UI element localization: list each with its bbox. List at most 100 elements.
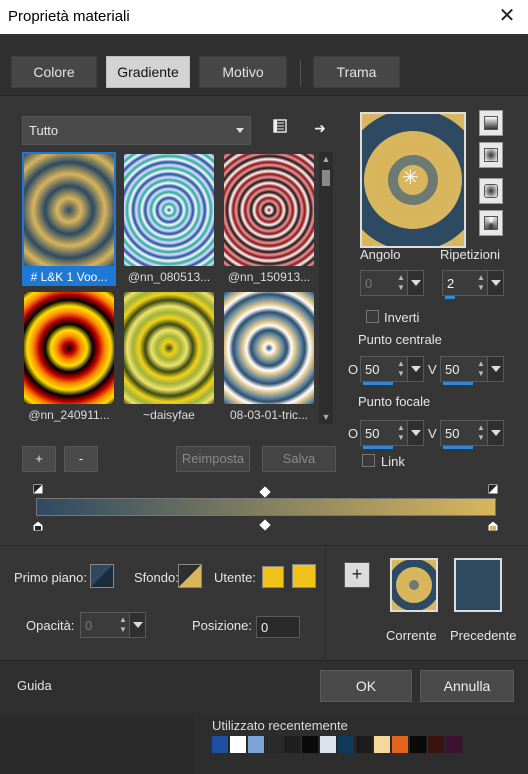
spinner-arrows-icon[interactable]: ▲ ▼ — [475, 359, 487, 379]
recent-color-swatch[interactable] — [230, 736, 247, 753]
recent-color-swatch[interactable] — [302, 736, 319, 753]
link-label: Link — [381, 454, 405, 469]
current-material-swatch[interactable] — [390, 558, 438, 612]
center-h-spinner[interactable]: 50 ▲ ▼ — [360, 356, 424, 385]
dropdown-icon[interactable] — [407, 421, 423, 445]
category-select[interactable]: Tutto — [22, 116, 251, 145]
scroll-thumb[interactable] — [322, 170, 330, 186]
recent-color-swatch[interactable] — [356, 736, 373, 753]
recent-color-swatch[interactable] — [410, 736, 427, 753]
gradient-thumb[interactable]: 08-03-01-tric... — [222, 290, 316, 424]
opacity-spinner[interactable]: 0 ▲ ▼ — [80, 612, 146, 638]
spinner-arrows-icon[interactable]: ▲ ▼ — [117, 615, 129, 635]
add-to-swatches-button[interactable]: + — [344, 562, 370, 588]
recent-color-swatch[interactable] — [338, 736, 355, 753]
radial-style-button[interactable] — [479, 210, 503, 236]
spinner-arrows-icon[interactable]: ▲ ▼ — [395, 273, 407, 293]
linear-style-button[interactable] — [479, 110, 503, 136]
tab-gradiente[interactable]: Gradiente — [106, 56, 190, 88]
ok-button[interactable]: OK — [320, 670, 412, 702]
save-gradient-button[interactable]: Salva — [262, 446, 336, 472]
recent-color-swatch[interactable] — [320, 736, 337, 753]
angle-spinner[interactable]: 0 ▲ ▼ — [360, 270, 424, 296]
spinner-arrows-icon[interactable]: ▲ ▼ — [475, 423, 487, 443]
user-color-swatch[interactable] — [292, 564, 316, 588]
previous-material-swatch[interactable] — [454, 558, 502, 612]
dropdown-icon[interactable] — [487, 271, 503, 295]
invert-checkbox[interactable] — [366, 310, 379, 323]
gradient-thumb[interactable]: ~daisyfae — [122, 290, 216, 424]
tab-trama[interactable]: Trama — [313, 56, 400, 88]
spinner-arrows-icon[interactable]: ▲ ▼ — [395, 423, 407, 443]
dropdown-icon[interactable] — [407, 357, 423, 381]
gradient-editor-bar[interactable] — [36, 498, 496, 516]
background-swatch[interactable] — [178, 564, 202, 588]
user-color-small[interactable] — [262, 566, 284, 588]
spinner-arrows-icon[interactable]: ▲ ▼ — [395, 359, 407, 379]
gradient-label: ~daisyfae — [143, 408, 195, 422]
recent-color-swatch[interactable] — [392, 736, 409, 753]
gradient-label: @nn_240911... — [28, 408, 110, 422]
reset-button[interactable]: Reimposta — [176, 446, 250, 472]
help-link[interactable]: Guida — [17, 678, 52, 693]
gradient-thumb[interactable]: @nn_240911... — [22, 290, 116, 424]
gradient-thumb[interactable]: @nn_150913... — [222, 152, 316, 286]
link-checkbox[interactable] — [362, 454, 375, 467]
end-color-stop[interactable] — [487, 483, 499, 495]
focal-h-slider-bar — [363, 446, 393, 449]
window-title: Proprietà materiali — [8, 8, 130, 25]
recent-color-swatch[interactable] — [374, 736, 391, 753]
center-point-label: Punto centrale — [358, 332, 442, 347]
tab-bar: Colore Gradiente Motivo Trama — [0, 34, 528, 96]
recent-color-swatch[interactable] — [428, 736, 445, 753]
gradient-label: 08-03-01-tric... — [229, 408, 309, 422]
recent-colors-label: Utilizzato recentemente — [212, 718, 348, 733]
dropdown-icon[interactable] — [487, 357, 503, 381]
gradient-thumb[interactable]: # L&K 1 Voo... — [22, 152, 116, 286]
scroll-down-icon[interactable]: ▼ — [321, 412, 331, 422]
close-icon[interactable]: ✕ — [494, 3, 520, 28]
angle-value: 0 — [365, 276, 373, 291]
gradient-thumb[interactable]: @nn_080513... — [122, 152, 216, 286]
gradient-scrollbar[interactable]: ▲ ▼ — [319, 152, 333, 424]
recent-color-swatch[interactable] — [212, 736, 229, 753]
recent-color-swatch[interactable] — [266, 736, 283, 753]
dropdown-icon[interactable] — [129, 613, 145, 637]
gradient-grid: # L&K 1 Voo... @nn_080513... @nn_150913.… — [22, 152, 334, 424]
dropdown-icon[interactable] — [407, 271, 423, 295]
rectangular-style-button[interactable] — [479, 142, 503, 168]
start-opacity-stop[interactable] — [32, 520, 44, 532]
arrow-right-icon[interactable]: ➜ — [310, 118, 330, 138]
color-midpoint[interactable] — [259, 486, 271, 498]
cancel-button[interactable]: Annulla — [420, 670, 514, 702]
tab-separator — [300, 60, 301, 86]
start-color-stop[interactable] — [32, 483, 44, 495]
focal-h-spinner[interactable]: 50 ▲ ▼ — [360, 420, 424, 449]
gradient-label: @nn_150913... — [227, 270, 311, 284]
foreground-label: Primo piano: — [14, 570, 87, 585]
sunburst-icon — [484, 184, 498, 198]
repeats-spinner[interactable]: 2 ▲ ▼ — [442, 270, 504, 299]
end-opacity-stop[interactable] — [487, 520, 499, 532]
position-input[interactable]: 0 — [256, 616, 300, 638]
center-v-spinner[interactable]: 50 ▲ ▼ — [440, 356, 504, 385]
spinner-arrows-icon[interactable]: ▲ ▼ — [475, 273, 487, 293]
repeats-value: 2 — [447, 276, 455, 291]
crosshair-icon[interactable]: ✳ — [402, 168, 419, 188]
foreground-swatch[interactable] — [90, 564, 114, 588]
add-gradient-button[interactable]: + — [22, 446, 56, 472]
dropdown-icon[interactable] — [487, 421, 503, 445]
opacity-midpoint[interactable] — [259, 519, 271, 531]
tab-motivo[interactable]: Motivo — [199, 56, 287, 88]
focal-v-spinner[interactable]: 50 ▲ ▼ — [440, 420, 504, 449]
center-h-value: 50 — [365, 362, 380, 377]
library-icon[interactable] — [270, 118, 290, 138]
dialog-footer: Guida OK Annulla — [0, 660, 528, 714]
sunburst-style-button[interactable] — [479, 178, 503, 204]
remove-gradient-button[interactable]: - — [64, 446, 98, 472]
scroll-up-icon[interactable]: ▲ — [321, 154, 331, 164]
recent-color-swatch[interactable] — [446, 736, 463, 753]
tab-colore[interactable]: Colore — [11, 56, 97, 88]
recent-color-swatch[interactable] — [248, 736, 265, 753]
recent-color-swatch[interactable] — [284, 736, 301, 753]
